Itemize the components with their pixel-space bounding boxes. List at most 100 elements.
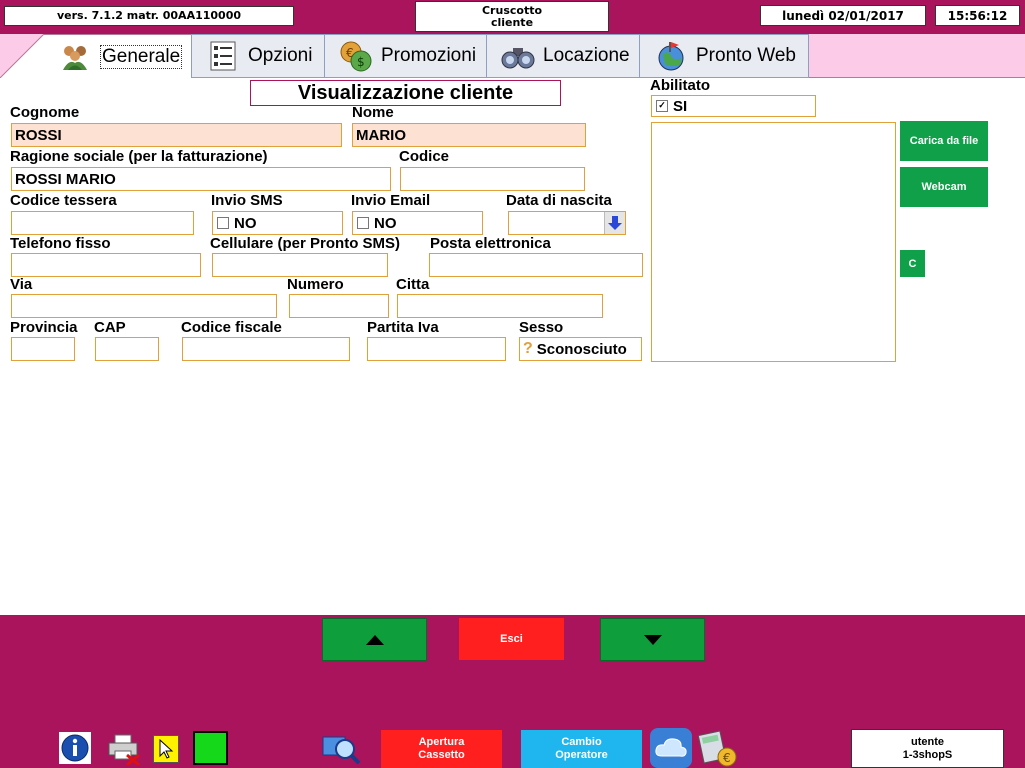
ragione-sociale-label: Ragione sociale (per la fatturazione) — [10, 148, 268, 165]
change-op-line2: Operatore — [555, 749, 608, 761]
cellulare-field[interactable] — [212, 253, 388, 277]
previous-button[interactable] — [322, 618, 427, 661]
tab-locazione[interactable]: Locazione — [486, 34, 640, 78]
clear-photo-button[interactable]: C — [900, 250, 925, 277]
codice-tessera-field[interactable] — [11, 211, 194, 235]
numero-label: Numero — [287, 276, 344, 293]
magnifier-icon — [322, 736, 361, 765]
user-name: 1-3shopS — [902, 748, 953, 761]
webcam-button[interactable]: Webcam — [900, 167, 988, 207]
email-checkbox-icon — [357, 217, 369, 229]
list-icon — [206, 40, 240, 72]
window-title-line2: cliente — [490, 15, 534, 29]
cognome-label: Cognome — [10, 104, 80, 121]
nome-label: Nome — [352, 104, 394, 121]
cap-label: CAP — [94, 319, 126, 336]
email-label: Posta elettronica — [430, 235, 551, 252]
tab-pronto-web-label: Pronto Web — [696, 45, 796, 66]
check-icon: ✓ — [656, 100, 668, 112]
date-display: lunedì 02/01/2017 — [760, 5, 926, 26]
provincia-field[interactable] — [11, 337, 75, 361]
invio-email-value: NO — [374, 214, 397, 232]
sesso-selector[interactable]: ? Sconosciuto — [519, 337, 642, 361]
codice-label: Codice — [399, 148, 450, 165]
numero-field[interactable] — [289, 294, 389, 318]
window-title-line1: Cruscotto — [481, 3, 543, 17]
invio-sms-toggle[interactable]: NO — [212, 211, 343, 235]
open-cash-drawer-button[interactable]: Apertura Cassetto — [381, 730, 502, 768]
citta-field[interactable] — [397, 294, 603, 318]
invio-sms-value: NO — [234, 214, 257, 232]
invio-sms-label: Invio SMS — [211, 192, 283, 209]
tab-promozioni-label: Promozioni — [381, 45, 477, 66]
tab-generale-label: Generale — [100, 44, 183, 69]
nome-field[interactable]: MARIO — [352, 123, 586, 147]
codice-fiscale-field[interactable] — [182, 337, 350, 361]
arrow-up-icon — [365, 634, 384, 645]
cellulare-label: Cellulare (per Pronto SMS) — [210, 235, 401, 252]
exit-button[interactable]: Esci — [459, 618, 564, 660]
codice-tessera-label: Codice tessera — [10, 192, 117, 209]
photo-area[interactable] — [651, 122, 896, 362]
tab-promozioni[interactable]: € $ Promozioni — [324, 34, 487, 78]
user-label: utente — [911, 735, 944, 748]
tab-locazione-label: Locazione — [543, 45, 630, 66]
via-field[interactable] — [11, 294, 277, 318]
partita-iva-label: Partita Iva — [367, 319, 439, 336]
info-button[interactable] — [59, 732, 91, 764]
partita-iva-field[interactable] — [367, 337, 506, 361]
via-label: Via — [10, 276, 33, 293]
cap-field[interactable] — [95, 337, 159, 361]
svg-text:€: € — [723, 751, 731, 765]
svg-text:$: $ — [357, 55, 365, 69]
date-picker-button[interactable] — [604, 212, 625, 234]
tab-opzioni[interactable]: Opzioni — [191, 34, 325, 78]
globe-icon — [654, 40, 688, 72]
sesso-label: Sesso — [519, 319, 564, 336]
window-title: Cruscotto cliente — [415, 1, 609, 32]
pointer-mode-button[interactable] — [153, 735, 179, 763]
tab-pronto-web[interactable]: Pronto Web — [639, 34, 809, 78]
email-field[interactable] — [429, 253, 643, 277]
calculator-button[interactable]: € — [696, 726, 738, 768]
codice-fiscale-label: Codice fiscale — [181, 319, 282, 336]
tab-generale[interactable]: Generale — [44, 34, 192, 78]
cash-drawer-line1: Apertura — [418, 736, 465, 748]
abilitato-value: SI — [673, 97, 688, 115]
arrow-down-nav-icon — [643, 634, 662, 645]
cash-drawer-line2: Cassetto — [418, 749, 465, 761]
data-nascita-label: Data di nascita — [506, 192, 612, 209]
sesso-value: Sconosciuto — [536, 340, 627, 358]
info-icon — [61, 734, 89, 762]
search-button[interactable] — [320, 730, 362, 766]
change-op-line1: Cambio — [561, 736, 602, 748]
status-indicator — [193, 731, 228, 765]
cloud-button[interactable] — [650, 728, 692, 768]
next-button[interactable] — [600, 618, 705, 661]
binoculars-icon — [501, 40, 535, 72]
printer-error-icon — [108, 734, 140, 765]
user-info: utente 1-3shopS — [851, 729, 1004, 768]
ragione-sociale-field[interactable]: ROSSI MARIO — [11, 167, 391, 191]
citta-label: Citta — [396, 276, 430, 293]
cursor-icon — [159, 739, 174, 759]
cloud-icon — [655, 738, 687, 757]
printer-button[interactable] — [106, 732, 142, 766]
coins-icon: € $ — [339, 40, 373, 72]
telefono-label: Telefono fisso — [10, 235, 111, 252]
cognome-field[interactable]: ROSSI — [11, 123, 342, 147]
codice-field[interactable] — [400, 167, 585, 191]
load-from-file-button[interactable]: Carica da file — [900, 121, 988, 161]
version-label: vers. 7.1.2 matr. 00AA110000 — [4, 6, 294, 26]
provincia-label: Provincia — [10, 319, 78, 336]
telefono-field[interactable] — [11, 253, 201, 277]
question-icon: ? — [523, 340, 533, 357]
invio-email-toggle[interactable]: NO — [352, 211, 483, 235]
arrow-down-icon — [608, 216, 622, 230]
calculator-coins-icon: € — [697, 730, 737, 767]
change-operator-button[interactable]: Cambio Operatore — [521, 730, 642, 768]
invio-email-label: Invio Email — [351, 192, 431, 209]
abilitato-toggle[interactable]: ✓ SI — [651, 95, 816, 117]
users-icon — [58, 41, 92, 73]
tab-corner — [0, 34, 50, 78]
